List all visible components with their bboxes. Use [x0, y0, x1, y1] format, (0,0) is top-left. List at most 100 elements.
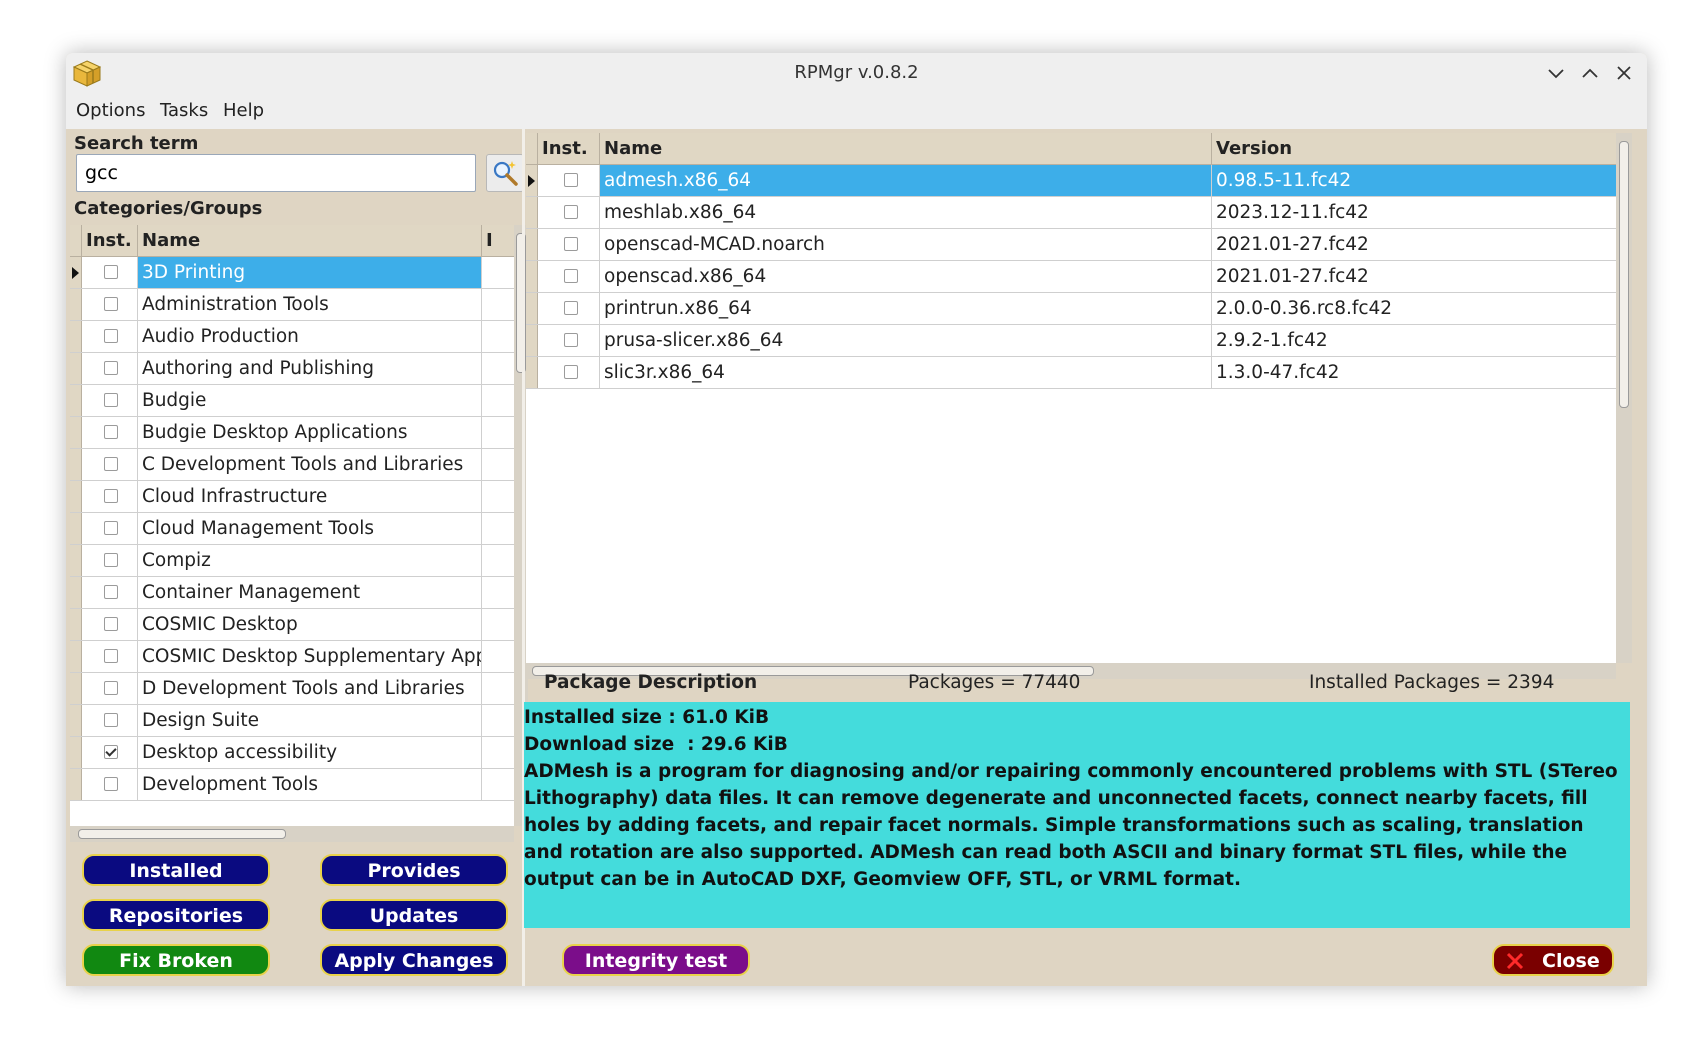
package-installed-checkbox[interactable]	[564, 205, 578, 219]
category-name: Budgie	[138, 385, 482, 416]
package-inst-cell	[538, 261, 600, 292]
row-indicator	[70, 513, 82, 544]
category-name: Cloud Infrastructure	[138, 481, 482, 512]
package-row[interactable]: slic3r.x86_64 1.3.0-47.fc42	[526, 357, 1616, 389]
category-row[interactable]: Cloud Infrastructure	[70, 481, 514, 513]
category-installed-checkbox[interactable]	[104, 489, 118, 503]
category-installed-checkbox[interactable]	[104, 393, 118, 407]
menu-options[interactable]: Options	[76, 93, 145, 129]
search-button[interactable]	[486, 154, 524, 192]
category-row[interactable]: D Development Tools and Libraries	[70, 673, 514, 705]
category-row[interactable]: C Development Tools and Libraries	[70, 449, 514, 481]
package-version: 2.9.2-1.fc42	[1216, 330, 1328, 351]
category-extra-cell	[482, 737, 514, 768]
chevron-down-icon	[1548, 69, 1564, 79]
category-row[interactable]: COSMIC Desktop Supplementary App	[70, 641, 514, 673]
package-installed-checkbox[interactable]	[564, 365, 578, 379]
header-inst[interactable]: Inst.	[82, 225, 138, 256]
package-version: 2021.01-27.fc42	[1216, 266, 1369, 287]
category-installed-checkbox[interactable]	[104, 777, 118, 791]
package-row[interactable]: admesh.x86_64 0.98.5-11.fc42	[526, 165, 1616, 197]
packages-vscroll-thumb[interactable]	[1619, 141, 1629, 408]
category-row[interactable]: Administration Tools	[70, 289, 514, 321]
close-button[interactable]: Close	[1492, 944, 1614, 976]
category-row[interactable]: Cloud Management Tools	[70, 513, 514, 545]
packages-header-inst[interactable]: Inst.	[538, 133, 600, 164]
category-installed-checkbox[interactable]	[104, 521, 118, 535]
package-row[interactable]: prusa-slicer.x86_64 2.9.2-1.fc42	[526, 325, 1616, 357]
package-installed-checkbox[interactable]	[564, 301, 578, 315]
minimize-button[interactable]	[1544, 61, 1568, 85]
updates-button[interactable]: Updates	[320, 899, 508, 931]
repositories-button[interactable]: Repositories	[82, 899, 270, 931]
category-row[interactable]: Desktop accessibility	[70, 737, 514, 769]
categories-hscroll-thumb[interactable]	[78, 829, 286, 839]
category-row[interactable]: Budgie	[70, 385, 514, 417]
installed-button[interactable]: Installed	[82, 854, 270, 886]
category-installed-checkbox[interactable]	[104, 361, 118, 375]
category-installed-checkbox[interactable]	[104, 297, 118, 311]
package-installed-checkbox[interactable]	[564, 333, 578, 347]
description-text: ADMesh is a program for diagnosing and/o…	[524, 761, 1618, 890]
menu-help[interactable]: Help	[223, 93, 264, 129]
integrity-test-button[interactable]: Integrity test	[562, 944, 750, 976]
header-extra[interactable]: I	[482, 225, 514, 256]
category-installed-checkbox[interactable]	[104, 585, 118, 599]
category-extra-cell	[482, 321, 514, 352]
package-row[interactable]: openscad.x86_64 2021.01-27.fc42	[526, 261, 1616, 293]
provides-button[interactable]: Provides	[320, 854, 508, 886]
package-name: printrun.x86_64	[600, 293, 1212, 324]
close-button-label: Close	[1542, 950, 1600, 972]
category-inst-cell	[82, 609, 138, 640]
package-installed-checkbox[interactable]	[564, 173, 578, 187]
categories-hscrollbar[interactable]	[70, 826, 514, 842]
category-installed-checkbox[interactable]	[104, 745, 118, 759]
title-bar[interactable]: RPMgr v.0.8.2	[66, 53, 1647, 93]
package-version: 0.98.5-11.fc42	[1216, 170, 1352, 191]
row-indicator	[526, 357, 538, 388]
category-installed-checkbox[interactable]	[104, 329, 118, 343]
menu-tasks[interactable]: Tasks	[160, 93, 208, 129]
category-installed-checkbox[interactable]	[104, 649, 118, 663]
package-inst-cell	[538, 197, 600, 228]
category-extra-cell	[482, 577, 514, 608]
package-inst-cell	[538, 165, 600, 196]
category-installed-checkbox[interactable]	[104, 713, 118, 727]
packages-vscrollbar[interactable]	[1616, 133, 1632, 663]
maximize-button[interactable]	[1578, 61, 1602, 85]
category-installed-checkbox[interactable]	[104, 681, 118, 695]
category-row[interactable]: Budgie Desktop Applications	[70, 417, 514, 449]
apply-changes-button[interactable]: Apply Changes	[320, 944, 508, 976]
category-inst-cell	[82, 705, 138, 736]
package-installed-checkbox[interactable]	[564, 237, 578, 251]
category-row[interactable]: Container Management	[70, 577, 514, 609]
category-extra-cell	[482, 641, 514, 672]
category-installed-checkbox[interactable]	[104, 617, 118, 631]
category-row[interactable]: Authoring and Publishing	[70, 353, 514, 385]
header-name[interactable]: Name	[138, 225, 482, 256]
category-installed-checkbox[interactable]	[104, 457, 118, 471]
package-installed-checkbox[interactable]	[564, 269, 578, 283]
package-row[interactable]: openscad-MCAD.noarch 2021.01-27.fc42	[526, 229, 1616, 261]
category-installed-checkbox[interactable]	[104, 553, 118, 567]
package-row[interactable]: meshlab.x86_64 2023.12-11.fc42	[526, 197, 1616, 229]
packages-header-version[interactable]: Version	[1212, 133, 1616, 164]
category-installed-checkbox[interactable]	[104, 265, 118, 279]
packages-header-name[interactable]: Name	[600, 133, 1212, 164]
package-row[interactable]: printrun.x86_64 2.0.0-0.36.rc8.fc42	[526, 293, 1616, 325]
category-installed-checkbox[interactable]	[104, 425, 118, 439]
search-input[interactable]	[76, 154, 476, 192]
category-name: Compiz	[138, 545, 482, 576]
fix-broken-button[interactable]: Fix Broken	[82, 944, 270, 976]
category-inst-cell	[82, 257, 138, 288]
category-row[interactable]: 3D Printing	[70, 257, 514, 289]
installed-size: Installed size : 61.0 KiB	[524, 707, 770, 728]
category-row[interactable]: Development Tools	[70, 769, 514, 801]
category-row[interactable]: Compiz	[70, 545, 514, 577]
category-inst-cell	[82, 577, 138, 608]
window-close-button[interactable]	[1612, 61, 1636, 85]
categories-header: Inst. Name I	[70, 225, 514, 257]
category-row[interactable]: COSMIC Desktop	[70, 609, 514, 641]
category-row[interactable]: Audio Production	[70, 321, 514, 353]
category-row[interactable]: Design Suite	[70, 705, 514, 737]
